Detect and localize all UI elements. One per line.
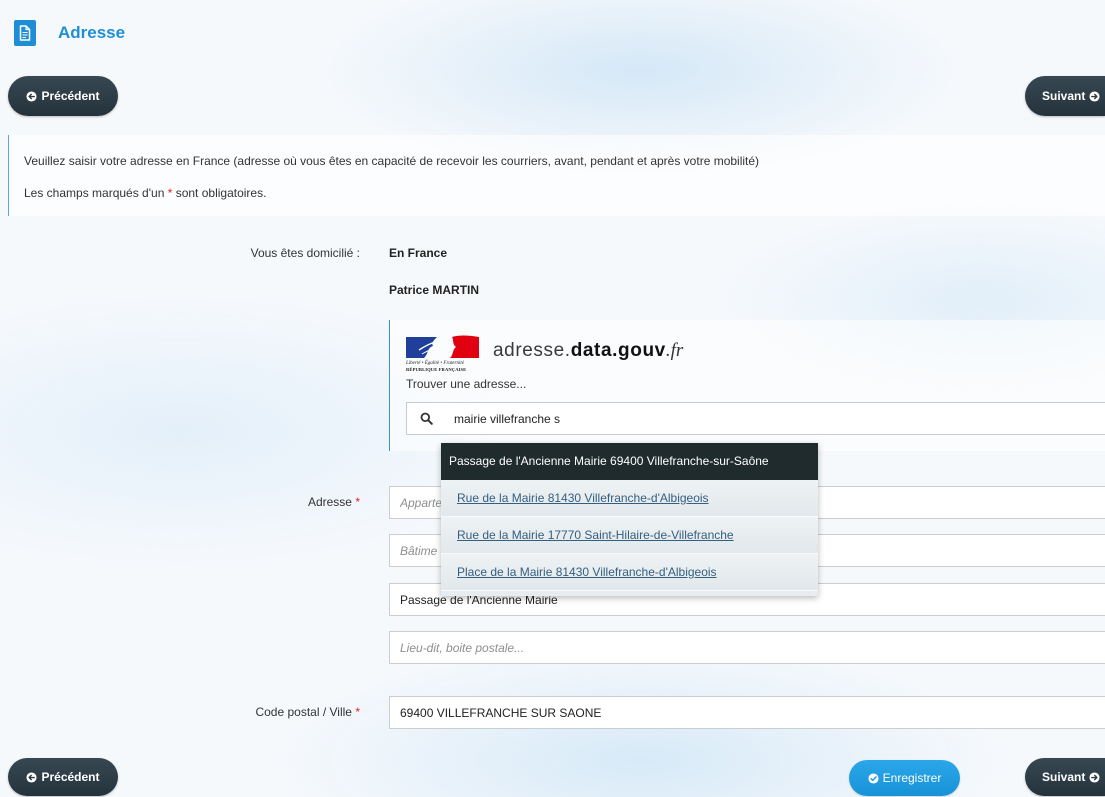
- instructions-text: Veuillez saisir votre adresse en France …: [24, 154, 760, 168]
- logo-republic-name: RÉPUBLIQUE FRANÇAISE: [406, 367, 467, 372]
- previous-button-label: Précédent: [41, 89, 100, 103]
- address-service-brand: adresse.data.gouv.fr: [493, 339, 683, 363]
- previous-button-top[interactable]: Précédent: [8, 76, 118, 116]
- previous-button-label: Précédent: [41, 770, 100, 784]
- circle-arrow-left-icon: [26, 771, 38, 783]
- save-button[interactable]: Enregistrer: [849, 760, 960, 796]
- instructions-panel: Veuillez saisir votre adresse en France …: [8, 135, 1105, 216]
- suggestion-item[interactable]: Rue de la Mairie 81430 Villefranche-d'Al…: [441, 480, 818, 517]
- address-finder-panel: Liberté • Égalité • Fraternité RÉPUBLIQU…: [389, 320, 1105, 451]
- address-suggestions: Passage de l'Ancienne Mairie 69400 Ville…: [441, 443, 818, 596]
- suggestion-item[interactable]: Place de la Mairie 81430 Villefranche-d'…: [441, 554, 818, 591]
- address-line4-input[interactable]: [389, 631, 1105, 664]
- save-button-label: Enregistrer: [882, 771, 942, 785]
- circle-arrow-left-icon: [26, 90, 38, 102]
- next-button-label: Suivant: [1042, 770, 1086, 784]
- circle-arrow-right-icon: [1089, 90, 1100, 102]
- next-button-top[interactable]: Suivant: [1025, 76, 1105, 116]
- check-circle-icon: [868, 772, 879, 784]
- address-label: Adresse *: [200, 494, 360, 510]
- brand-prefix: adresse.: [493, 340, 571, 361]
- address-search-prompt: Trouver une adresse...: [406, 377, 527, 391]
- next-button-bottom[interactable]: Suivant: [1025, 758, 1105, 796]
- address-label-text: Adresse: [307, 495, 352, 509]
- brand-core: data.gouv: [570, 340, 666, 361]
- page-title: Adresse: [58, 23, 126, 42]
- republique-francaise-logo: Liberté • Égalité • Fraternité RÉPUBLIQU…: [406, 335, 479, 373]
- previous-button-bottom[interactable]: Précédent: [8, 758, 118, 796]
- search-icon: [420, 412, 433, 425]
- postal-city-input[interactable]: [389, 696, 1105, 729]
- postal-city-label-text: Code postal / Ville: [255, 705, 352, 719]
- domicile-label: Vous êtes domicilié :: [250, 246, 360, 260]
- domicile-value: En France: [389, 246, 448, 260]
- required-fields-note: Les champs marqués d'un * sont obligatoi…: [24, 185, 266, 201]
- address-required-asterisk: *: [355, 495, 360, 509]
- holder-name: Patrice MARTIN: [389, 283, 480, 297]
- required-note-start: Les champs marqués d'un: [24, 186, 168, 200]
- brand-suffix: .fr: [665, 340, 684, 361]
- document-icon: [14, 20, 36, 46]
- address-search-input[interactable]: [406, 402, 1105, 435]
- postal-city-required-asterisk: *: [355, 705, 360, 719]
- page-header: Adresse: [14, 20, 125, 46]
- required-note-end: sont obligatoires.: [172, 186, 267, 200]
- next-button-label: Suivant: [1042, 89, 1086, 103]
- address-search-box: [406, 402, 1105, 435]
- circle-arrow-right-icon: [1089, 771, 1100, 783]
- suggestion-item[interactable]: Rue de la Mairie 17770 Saint-Hilaire-de-…: [441, 517, 818, 554]
- postal-city-label: Code postal / Ville *: [200, 704, 360, 720]
- suggestion-item[interactable]: Passage de l'Ancienne Mairie 69400 Ville…: [441, 443, 818, 480]
